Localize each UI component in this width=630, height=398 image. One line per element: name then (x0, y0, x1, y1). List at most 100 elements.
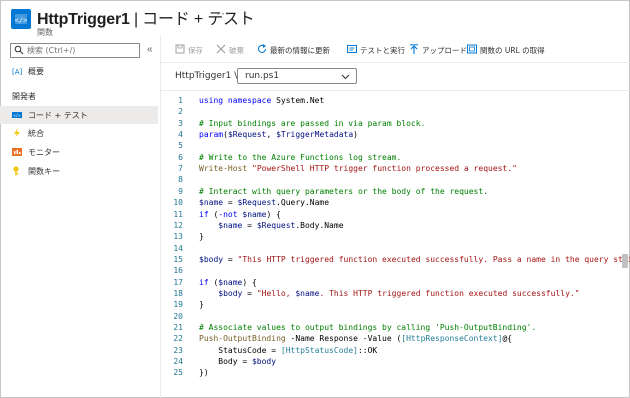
refresh-button[interactable]: 最新の情報に更新 (257, 44, 341, 56)
code-token: StatusCode = (199, 345, 281, 355)
collapse-sidebar-button[interactable]: « (147, 44, 153, 55)
code-line: $body = "This HTTP triggered function ex… (199, 255, 630, 264)
code-line: $name = $Request.Query.Name (199, 198, 329, 207)
code-token: "PowerShell HTTP trigger function proces… (252, 164, 517, 174)
save-button[interactable]: 保存 (175, 44, 211, 56)
upload-button[interactable]: アップロード (409, 44, 467, 56)
line-number: 16 (173, 266, 183, 276)
code-token: # Associate values to output bindings by… (199, 323, 537, 332)
test-run-icon (347, 45, 357, 53)
code-token: = (242, 220, 257, 230)
line-number: 4 (178, 130, 183, 140)
code-token: . This HTTP triggered function executed … (319, 288, 580, 298)
code-editor[interactable]: 1 using namespace System.Net 2 3 # Input bin… (161, 94, 630, 394)
line-number: 15 (173, 254, 183, 264)
upload-icon (410, 44, 418, 54)
code-line: $name = $Request.Body.Name (199, 220, 344, 230)
code-line: Write-Host "PowerShell HTTP trigger func… (199, 164, 517, 173)
code-token: .Query.Name (276, 198, 330, 208)
code-token: "Hello, (256, 288, 296, 298)
code-line: StatusCode = [HttpStatusCode]::OK (199, 346, 377, 355)
code-line: using namespace System.Net (199, 96, 324, 105)
line-number: 25 (173, 368, 183, 378)
sidebar-item-label: 統合 (28, 129, 44, 138)
line-number: 22 (173, 334, 183, 344)
close-icon (216, 44, 226, 54)
code-token: $body (218, 288, 243, 298)
code-token: # Write to the Azure Functions log strea… (199, 152, 402, 162)
discard-button[interactable]: 破棄 (216, 44, 252, 56)
test-run-button[interactable]: テストと実行 (347, 44, 405, 56)
more-options-button[interactable]: ··· (216, 6, 231, 20)
code-icon: </> (12, 112, 22, 118)
code-token: @{ (502, 334, 513, 344)
code-token: = (242, 288, 257, 298)
line-number: 5 (178, 141, 183, 151)
sidebar-search[interactable] (10, 43, 140, 58)
code-line: # Associate values to output bindings by… (199, 323, 536, 332)
line-number: 8 (178, 175, 183, 185)
code-token: $name (199, 198, 224, 208)
sidebar-item-monitor[interactable]: モニター (0, 143, 158, 161)
key-icon (13, 166, 19, 176)
breadcrumb: HttpTrigger1 \ (175, 71, 238, 81)
line-number: 19 (173, 300, 183, 310)
code-line: } (199, 300, 204, 309)
code-token: # Input bindings are passed in via param… (199, 118, 426, 128)
sidebar-item-overview[interactable]: [A] 概要 (0, 62, 158, 80)
monitor-icon (12, 148, 22, 156)
lightning-icon (14, 128, 20, 138)
code-token: [HttpStatusCode] (280, 345, 358, 355)
code-token: if (199, 277, 209, 287)
code-token: }) (199, 368, 209, 378)
code-token: # Interact with query parameters or the … (199, 186, 488, 196)
code-token: $Request (227, 130, 267, 140)
code-line: Body = $body (199, 357, 276, 366)
code-token: $Request (237, 198, 277, 208)
function-app-icon: </> (11, 9, 31, 29)
sidebar-section-developer: 開発者 (12, 92, 36, 101)
code-line: # Interact with query parameters or the … (199, 187, 488, 196)
code-token: ( (208, 209, 219, 219)
line-number: 20 (173, 311, 183, 321)
file-dropdown[interactable]: run.ps1 (237, 68, 357, 84)
get-function-url-button[interactable]: 関数の URL の取得 (467, 44, 549, 56)
sidebar-item-code-test[interactable]: </> コード + テスト (0, 106, 158, 124)
code-token: ::OK (357, 345, 378, 355)
sidebar-item-function-keys[interactable]: 関数キー (0, 162, 158, 180)
line-number: 14 (173, 243, 183, 253)
line-number: 12 (173, 220, 183, 230)
save-icon (175, 44, 185, 54)
overview-icon: [A] (12, 68, 22, 76)
refresh-icon (257, 44, 267, 53)
code-line: } (199, 232, 204, 241)
code-token: ) { (266, 209, 281, 219)
code-token: param (199, 130, 224, 140)
code-token: } (199, 232, 204, 242)
editor-scrollbar[interactable] (622, 254, 628, 268)
code-line: }) (199, 368, 209, 377)
code-token: $TriggerMetadata (276, 130, 354, 140)
code-token: ( (208, 277, 219, 287)
svg-text:</>: </> (13, 113, 21, 118)
code-token: "This HTTP triggered function executed s… (237, 254, 630, 264)
sidebar-item-integration[interactable]: 統合 (0, 124, 158, 142)
code-token: using (199, 96, 224, 105)
link-icon (467, 44, 477, 54)
toolbar-divider (161, 62, 630, 63)
code-token: .Body.Name (295, 220, 344, 230)
code-token: Push-OutputBinding (199, 334, 286, 344)
sidebar-item-label: 関数キー (28, 167, 60, 176)
line-number: 3 (178, 118, 183, 128)
search-icon (14, 45, 24, 55)
code-token: $body (251, 357, 277, 367)
code-line: # Write to the Azure Functions log strea… (199, 153, 401, 162)
svg-text:</>: </> (15, 17, 28, 25)
code-token: Write-Host (199, 164, 248, 174)
code-token: ) { (242, 277, 257, 287)
code-line: # Input bindings are passed in via param… (199, 119, 425, 128)
code-token: $body (199, 254, 224, 264)
line-number: 23 (173, 345, 183, 355)
search-input[interactable] (27, 44, 137, 57)
